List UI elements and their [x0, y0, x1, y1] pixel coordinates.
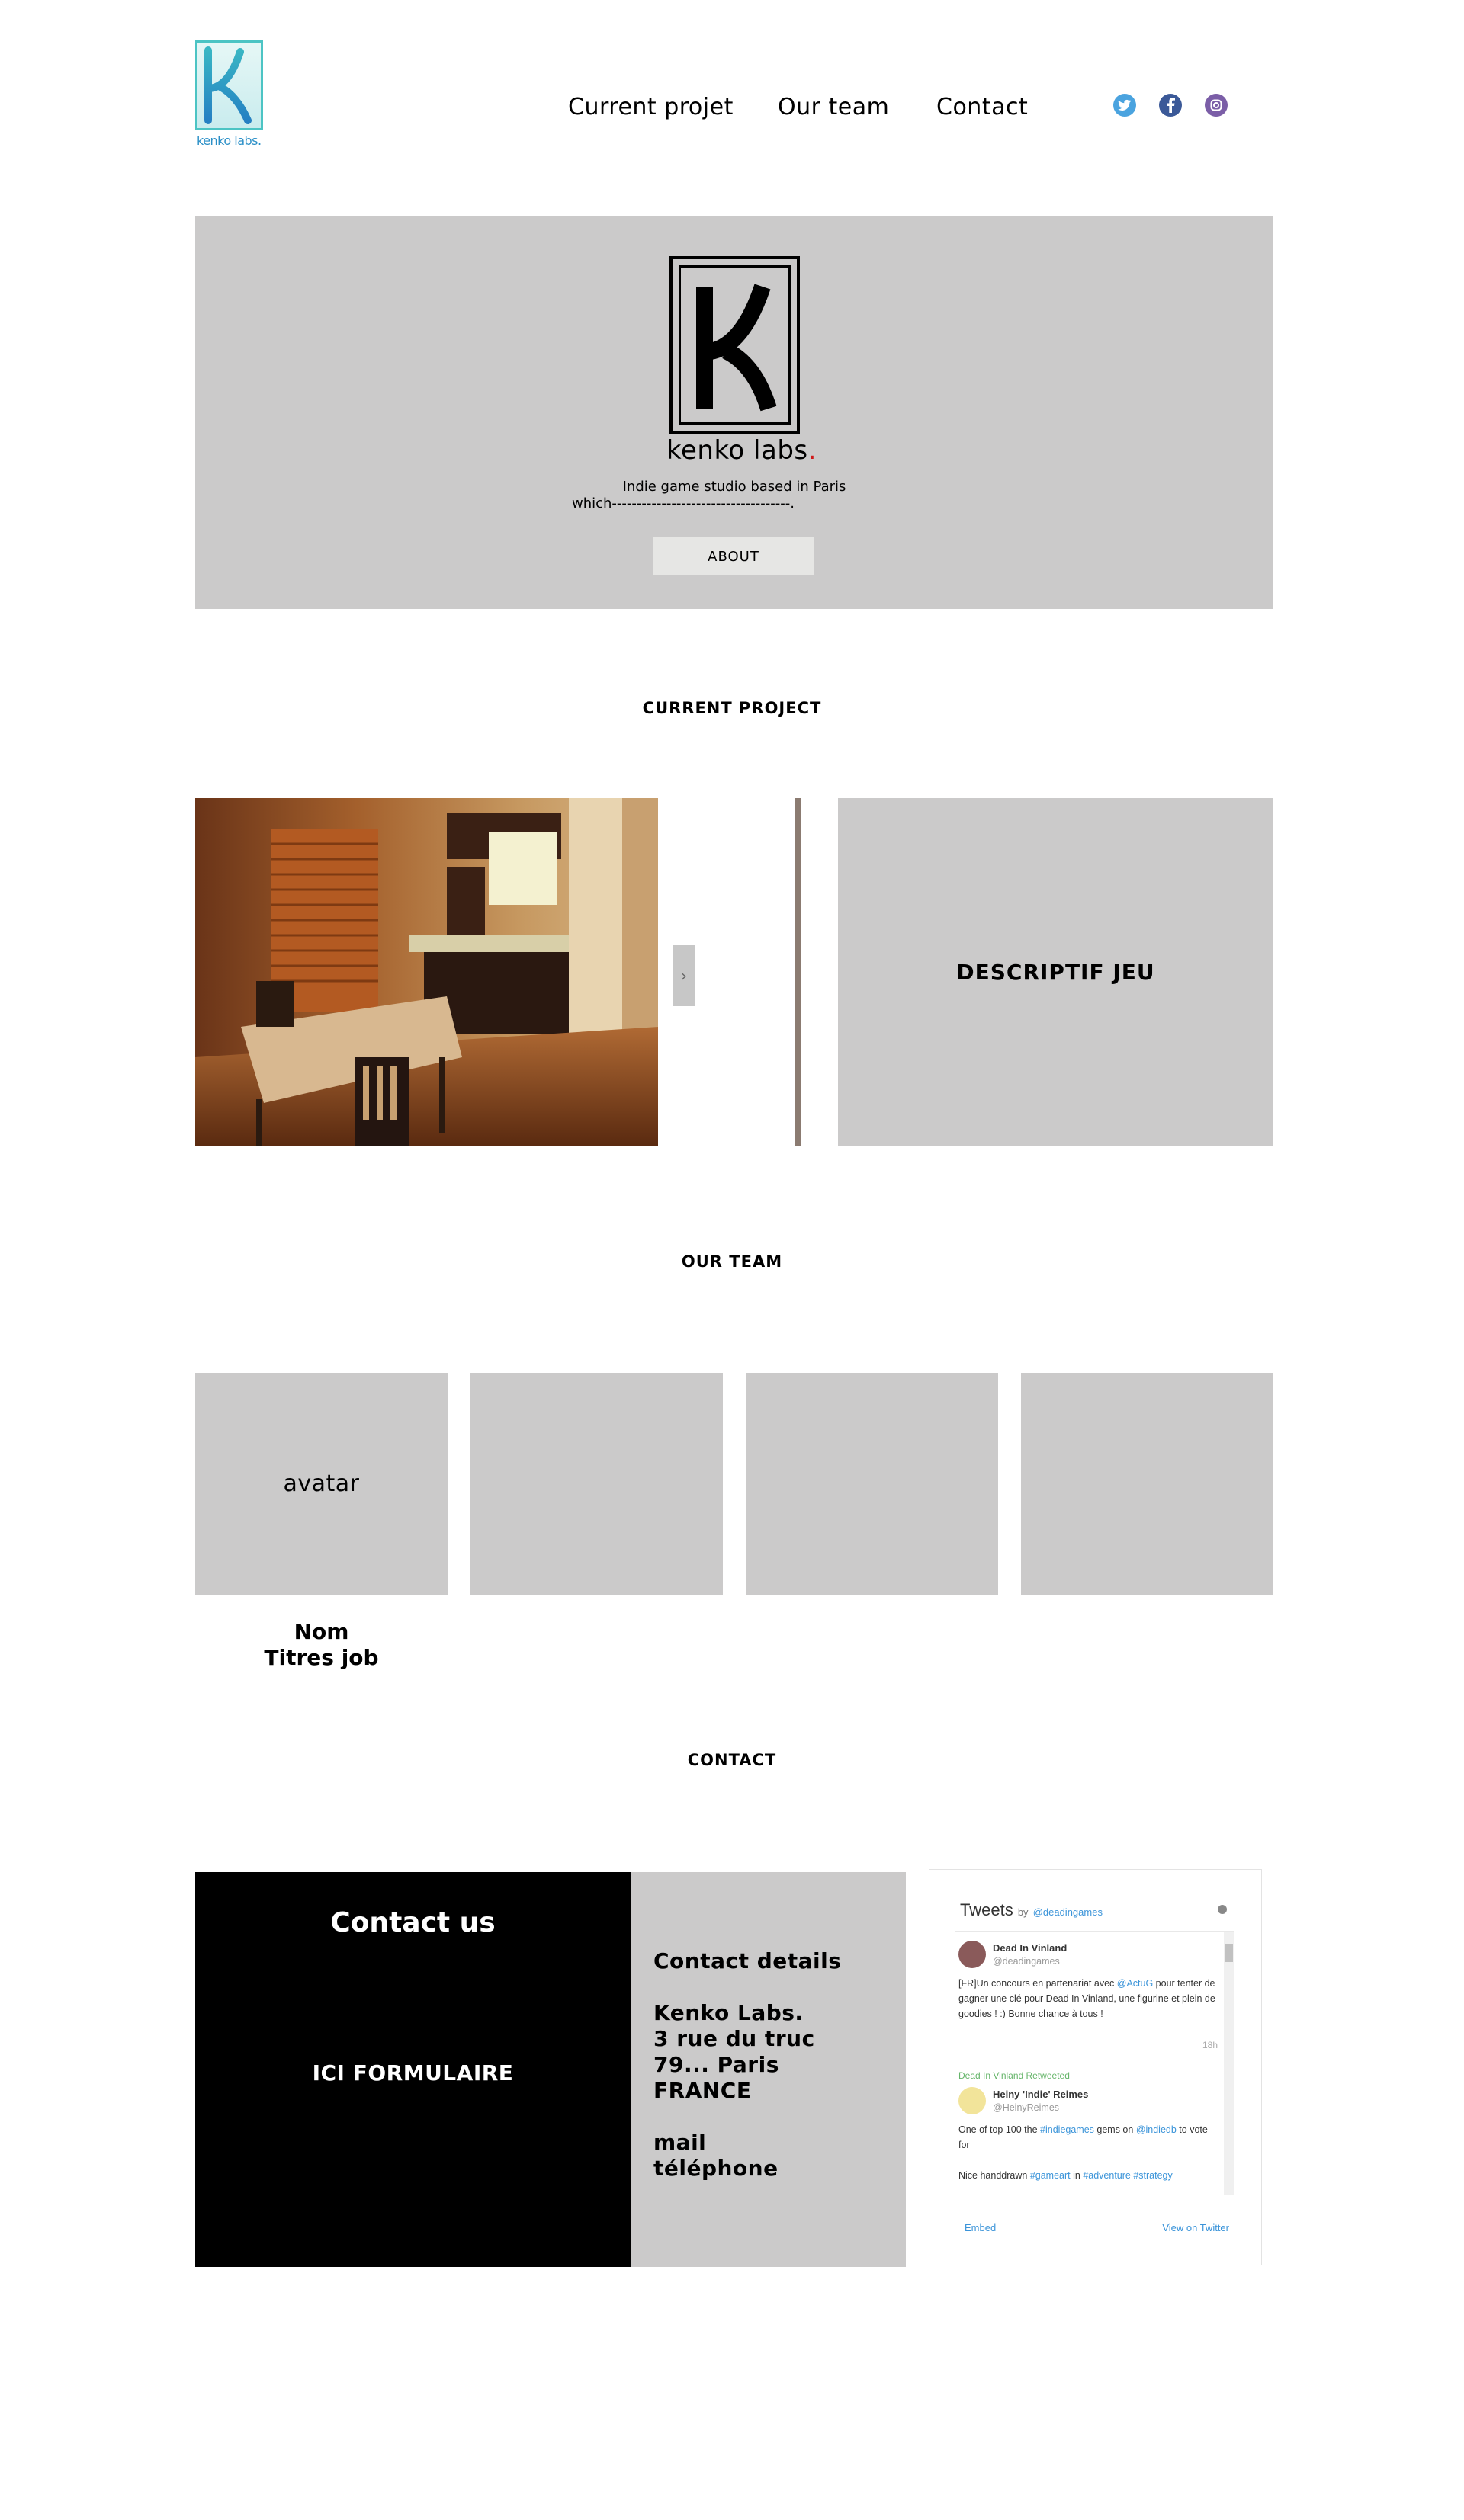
our-team-title: OUR TEAM	[681, 1252, 783, 1271]
team-avatar-1: avatar	[195, 1373, 448, 1595]
project-screenshot	[195, 798, 658, 1146]
hero-tagline: Indie game studio based in Paris	[622, 479, 846, 495]
tweet-hashtag-link[interactable]: #indiegames	[1040, 2124, 1094, 2135]
tweet-text-part: Nice handdrawn	[958, 2170, 1030, 2181]
retweet-label: Dead In Vinland Retweeted	[958, 2070, 1070, 2081]
instagram-icon[interactable]	[1205, 94, 1228, 117]
address-line-1: Kenko Labs.	[653, 2000, 804, 2025]
nav-our-team[interactable]: Our team	[778, 90, 889, 123]
hero-brand: kenko labs	[666, 435, 808, 466]
hero-k-logo	[669, 256, 800, 434]
tweet-text: Nice handdrawn #gameart in #adventure #s…	[958, 2168, 1218, 2183]
tweet-author-name[interactable]: Dead In Vinland	[993, 1942, 1067, 1954]
tweets-heading: Tweets by @deadingames	[960, 1900, 1103, 1920]
team-avatar-4	[1021, 1373, 1273, 1595]
hero-wordmark: kenko labs.	[666, 435, 817, 466]
contact-us-heading: Contact us	[330, 1907, 496, 1938]
current-project-title: CURRENT PROJECT	[642, 699, 822, 717]
contact-details-panel: Contact details Kenko Labs. 3 rue du tru…	[631, 1872, 906, 2267]
tweet-text-part: in	[1070, 2170, 1084, 2181]
tweets-heading-text: Tweets	[960, 1900, 1013, 1919]
tweet-avatar[interactable]	[958, 1941, 986, 1968]
tweets-by: by	[1017, 1906, 1029, 1918]
slider-next-button[interactable]: ›	[673, 945, 695, 1006]
team-avatar-2	[470, 1373, 723, 1595]
nav-contact[interactable]: Contact	[936, 90, 1028, 123]
address-line-4: FRANCE	[653, 2078, 752, 2103]
tweets-scrollbar[interactable]	[1224, 1932, 1234, 2195]
hero-which-line: which-----------------------------------…	[572, 495, 795, 511]
hero-brand-dot: .	[807, 435, 817, 466]
site-logo[interactable]: kenko labs.	[195, 40, 268, 151]
twitter-timeline-widget[interactable]: Tweets by @deadingames Dead In Vinland @…	[929, 1869, 1262, 2265]
address-line-2: 3 rue du truc	[653, 2026, 815, 2051]
facebook-icon[interactable]	[1159, 94, 1182, 117]
tweet-text-part: gems on	[1093, 2124, 1136, 2135]
tweet-mention-link[interactable]: @indiedb	[1136, 2124, 1177, 2135]
tweet-text-part: One of top 100 the	[958, 2124, 1041, 2135]
info-icon[interactable]	[1218, 1905, 1227, 1914]
twitter-icon[interactable]	[1113, 94, 1136, 117]
tweet-author-handle[interactable]: @deadingames	[993, 1956, 1060, 1967]
team-member-job: Titres job	[264, 1645, 379, 1670]
tweet-author-handle[interactable]: @HeinyReimes	[993, 2102, 1059, 2113]
tweet-text: [FR]Un concours en partenariat avec @Act…	[958, 1976, 1218, 2021]
embed-link[interactable]: Embed	[965, 2222, 996, 2233]
address-line-3: 79... Paris	[653, 2052, 779, 2077]
tweet-mention-link[interactable]: @ActuG	[1117, 1978, 1153, 1989]
tweet-avatar[interactable]	[958, 2087, 986, 2114]
hero-banner: kenko labs. Indie game studio based in P…	[195, 216, 1273, 609]
tweet-text-part: [FR]Un concours en partenariat avec	[958, 1978, 1117, 1989]
logo-wordmark: kenko labs.	[197, 133, 262, 148]
tweet-hashtag-link[interactable]: #adventure #strategy	[1083, 2170, 1172, 2181]
tweet-text: One of top 100 the #indiegames gems on @…	[958, 2122, 1218, 2153]
tweets-handle-link[interactable]: @deadingames	[1033, 1906, 1103, 1918]
logo-k-mark	[195, 40, 263, 130]
game-description-box: DESCRIPTIF JEU	[838, 798, 1273, 1146]
contact-title: CONTACT	[687, 1751, 777, 1769]
tweet-timestamp[interactable]: 18h	[1202, 2040, 1218, 2050]
contact-form-panel[interactable]: Contact us ICI FORMULAIRE	[195, 1872, 631, 2267]
project-divider	[795, 798, 801, 1146]
tweet-author-name[interactable]: Heiny 'Indie' Reimes	[993, 2089, 1088, 2100]
tweets-scroll-area[interactable]: Dead In Vinland @deadingames [FR]Un conc…	[955, 1931, 1234, 2195]
about-button[interactable]: ABOUT	[653, 537, 814, 575]
contact-details-heading: Contact details	[653, 1948, 842, 1973]
nav-current-project[interactable]: Current projet	[568, 90, 734, 123]
team-member-name: Nom	[294, 1619, 349, 1644]
contact-mail[interactable]: mail	[653, 2130, 706, 2155]
tweet-hashtag-link[interactable]: #gameart	[1030, 2170, 1071, 2181]
contact-phone[interactable]: téléphone	[653, 2156, 779, 2181]
view-on-twitter-link[interactable]: View on Twitter	[1162, 2222, 1229, 2233]
form-placeholder[interactable]: ICI FORMULAIRE	[195, 2060, 631, 2086]
team-avatar-3	[746, 1373, 998, 1595]
